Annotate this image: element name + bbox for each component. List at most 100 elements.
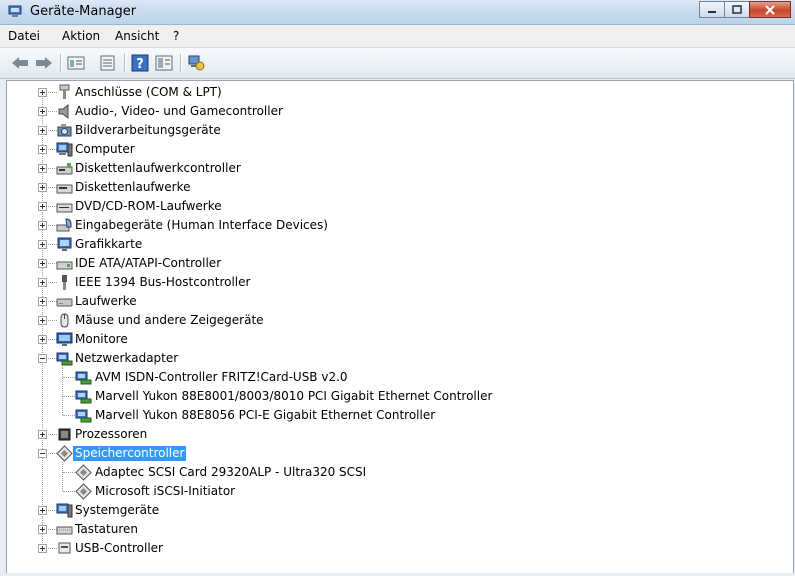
tree-item-label: Computer: [75, 142, 135, 156]
update-driver-button[interactable]: [186, 53, 206, 73]
expand-toggle[interactable]: [38, 278, 47, 287]
maximize-button[interactable]: [724, 1, 750, 18]
dvd-icon: [56, 203, 73, 213]
expand-toggle[interactable]: [38, 183, 47, 192]
properties-view-button[interactable]: [66, 53, 86, 73]
tree-item-ieee1394[interactable]: IEEE 1394 Bus-Hostcontroller: [7, 273, 787, 292]
tree-item-adaptec-scsi[interactable]: Adaptec SCSI Card 29320ALP - Ultra320 SC…: [7, 463, 787, 482]
usb-icon: [58, 542, 71, 554]
tree-item-dvd[interactable]: DVD/CD-ROM-Laufwerke: [7, 197, 787, 216]
tree-item-audio[interactable]: Audio-, Video- und Gamecontroller: [7, 102, 787, 121]
expand-toggle[interactable]: [38, 544, 47, 553]
floppy-controller-icon: [56, 163, 73, 175]
tree-item-label: Eingabegeräte (Human Interface Devices): [75, 218, 328, 232]
tree-item-label: IDE ATA/ATAPI-Controller: [75, 256, 222, 270]
expand-toggle[interactable]: [38, 316, 47, 325]
scan-icon: [100, 55, 115, 71]
tree-item-label: Tastaturen: [75, 522, 138, 536]
tree-item-diskettencontroller[interactable]: Diskettenlaufwerkcontroller: [7, 159, 787, 178]
menu-ansicht[interactable]: Ansicht: [115, 29, 159, 43]
network-device-icon: [188, 55, 205, 71]
help-button[interactable]: ?: [130, 53, 150, 73]
title-bar[interactable]: Geräte-Manager: [0, 0, 795, 25]
device-tree: Anschlüsse (COM & LPT) Audio-, Video- un…: [6, 80, 794, 574]
tree-item-systemgeraete[interactable]: Systemgeräte: [7, 501, 787, 520]
expand-toggle[interactable]: [38, 259, 47, 268]
tree-item-laufwerke[interactable]: Laufwerke: [7, 292, 787, 311]
tree-item-usb[interactable]: USB-Controller: [7, 539, 787, 558]
tree-item-marvell-8001[interactable]: Marvell Yukon 88E8001/8003/8010 PCI Giga…: [7, 387, 787, 406]
tree-item-label: Audio-, Video- und Gamecontroller: [75, 104, 283, 118]
expand-toggle[interactable]: [38, 430, 47, 439]
tree-item-grafikkarte[interactable]: Grafikkarte: [7, 235, 787, 254]
menu-bar: Datei Aktion Ansicht ?: [0, 25, 795, 48]
tree-item-marvell-8056[interactable]: Marvell Yukon 88E8056 PCI-E Gigabit Ethe…: [7, 406, 787, 425]
tree-item-anschluesse[interactable]: Anschlüsse (COM & LPT): [7, 83, 787, 102]
tree-item-label: Netzwerkadapter: [75, 351, 179, 365]
tree-item-label: Microsoft iSCSI-Initiator: [95, 484, 236, 498]
floppy-drive-icon: [56, 184, 73, 194]
expand-toggle[interactable]: [38, 525, 47, 534]
menu-datei[interactable]: Datei: [8, 29, 40, 43]
toolbar: ?: [0, 48, 795, 79]
tree-item-prozessoren[interactable]: Prozessoren: [7, 425, 787, 444]
back-button[interactable]: [10, 53, 30, 73]
expand-toggle[interactable]: [38, 202, 47, 211]
mouse-icon: [60, 313, 69, 328]
collapse-toggle[interactable]: [38, 354, 47, 363]
tree-item-label: DVD/CD-ROM-Laufwerke: [75, 199, 222, 213]
svg-text:?: ?: [136, 57, 144, 72]
expand-toggle[interactable]: [38, 221, 47, 230]
expand-toggle[interactable]: [38, 145, 47, 154]
close-button[interactable]: [749, 1, 791, 18]
expand-toggle[interactable]: [38, 88, 47, 97]
tree-item-diskettenlaufwerke[interactable]: Diskettenlaufwerke: [7, 178, 787, 197]
tree-item-label: Systemgeräte: [75, 503, 160, 517]
scan-button[interactable]: [98, 53, 118, 73]
window-title: Geräte-Manager: [30, 4, 137, 19]
ide-icon: [56, 261, 73, 270]
tree-item-monitore[interactable]: Monitore: [7, 330, 787, 349]
tree-item-label: Marvell Yukon 88E8056 PCI-E Gigabit Ethe…: [95, 408, 436, 422]
tree-item-label: AVM ISDN-Controller FRITZ!Card-USB v2.0: [95, 370, 348, 384]
tree-item-label: Mäuse und andere Zeigegeräte: [75, 313, 264, 327]
tree-item-label: Bildverarbeitungsgeräte: [75, 123, 221, 137]
tree-item-tastaturen[interactable]: Tastaturen: [7, 520, 787, 539]
expand-toggle[interactable]: [38, 107, 47, 116]
menu-help[interactable]: ?: [173, 29, 179, 43]
collapse-toggle[interactable]: [38, 449, 47, 458]
minimize-button[interactable]: [699, 1, 725, 18]
computer-icon: [56, 142, 73, 157]
network-adapter-icon: [75, 390, 92, 404]
tree-item-label: Laufwerke: [75, 294, 137, 308]
network-adapter-icon: [75, 409, 92, 423]
tree-item-avm-isdn[interactable]: AVM ISDN-Controller FRITZ!Card-USB v2.0: [7, 368, 787, 387]
tree-item-label: Marvell Yukon 88E8001/8003/8010 PCI Giga…: [95, 389, 493, 403]
help-icon: ?: [131, 54, 149, 72]
tree-item-iscsi[interactable]: Microsoft iSCSI-Initiator: [7, 482, 787, 501]
tree-item-label: Monitore: [75, 332, 128, 346]
expand-toggle[interactable]: [38, 506, 47, 515]
forward-button[interactable]: [34, 53, 54, 73]
tree-item-computer[interactable]: Computer: [7, 140, 787, 159]
expand-toggle[interactable]: [38, 297, 47, 306]
tree-item-ide[interactable]: IDE ATA/ATAPI-Controller: [7, 254, 787, 273]
list-view-button[interactable]: [154, 53, 174, 73]
speaker-icon: [58, 103, 69, 120]
minimize-icon: [708, 10, 716, 13]
list-view-icon: [155, 55, 173, 71]
expand-toggle[interactable]: [38, 335, 47, 344]
tree-item-eingabegeraete[interactable]: Eingabegeräte (Human Interface Devices): [7, 216, 787, 235]
expand-toggle[interactable]: [38, 126, 47, 135]
properties-view-icon: [67, 56, 85, 70]
tree-item-speichercontroller[interactable]: Speichercontroller: [7, 444, 787, 463]
tree-item-label: Grafikkarte: [75, 237, 143, 251]
tree-item-maeuse[interactable]: Mäuse und andere Zeigegeräte: [7, 311, 787, 330]
tree-item-netzwerkadapter[interactable]: Netzwerkadapter: [7, 349, 787, 368]
monitor-icon: [56, 332, 73, 346]
menu-aktion[interactable]: Aktion: [62, 29, 100, 43]
tree-item-bildverarbeitung[interactable]: Bildverarbeitungsgeräte: [7, 121, 787, 140]
expand-toggle[interactable]: [38, 240, 47, 249]
storage-controller-icon: [56, 445, 73, 462]
expand-toggle[interactable]: [38, 164, 47, 173]
